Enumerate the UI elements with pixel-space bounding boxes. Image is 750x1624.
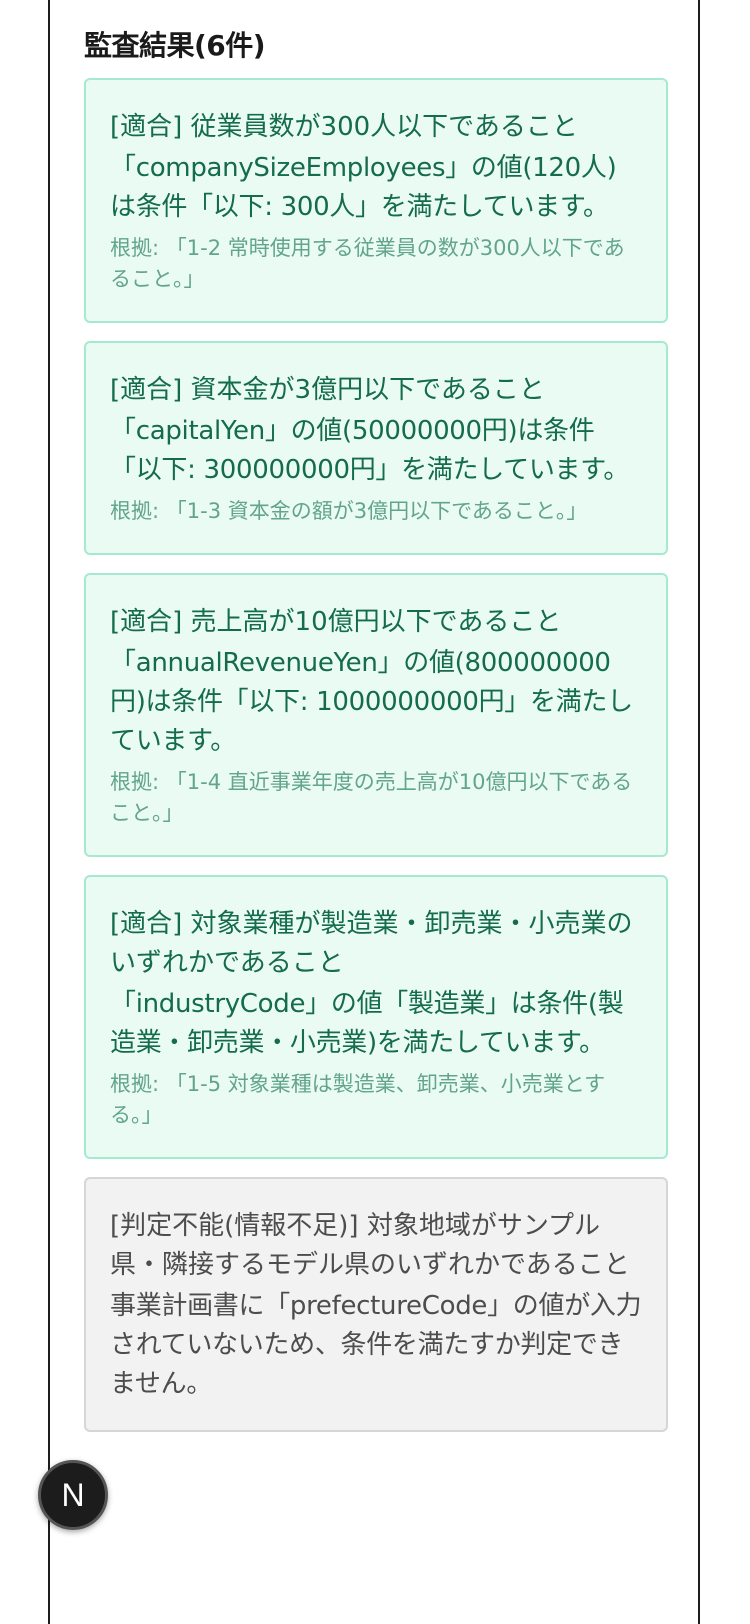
floating-n-button[interactable]: N [38,1460,108,1530]
result-message: 「industryCode」の値「製造業」は条件(製造業・卸売業・小売業)を満た… [110,989,624,1058]
audit-result-card: [適合] 資本金が3億円以下であること 「capitalYen」の値(50000… [84,341,668,555]
result-title: [適合] 資本金が3億円以下であること [110,375,545,405]
result-message: 「capitalYen」の値(50000000円)は条件「以下: 3000000… [110,416,630,485]
result-title: [適合] 従業員数が300人以下であること [110,112,578,142]
audit-result-card: [適合] 従業員数が300人以下であること 「companySizeEmploy… [84,78,668,323]
result-basis: 根拠: 「1-2 常時使用する従業員の数が300人以下であること。」 [110,236,625,291]
audit-result-card-unknown: [判定不能(情報不足)] 対象地域がサンプル県・隣接するモデル県のいずれかである… [84,1177,668,1432]
audit-content: 監査結果(6件) [適合] 従業員数が300人以下であること 「companyS… [84,0,668,1450]
audit-result-card: [適合] 対象業種が製造業・卸売業・小売業のいずれかであること 「industr… [84,875,668,1159]
content-frame: 監査結果(6件) [適合] 従業員数が300人以下であること 「companyS… [48,0,700,1624]
result-basis: 根拠: 「1-3 資本金の額が3億円以下であること。」 [110,499,588,523]
result-message: 「companySizeEmployees」の値(120人)は条件「以下: 30… [110,153,617,222]
audit-result-card: [適合] 売上高が10億円以下であること 「annualRevenueYen」の… [84,573,668,857]
audit-results-list: [適合] 従業員数が300人以下であること 「companySizeEmploy… [84,78,668,1432]
result-title: [判定不能(情報不足)] 対象地域がサンプル県・隣接するモデル県のいずれかである… [110,1211,630,1280]
section-title: 監査結果(6件) [84,29,266,62]
n-logo-icon: N [61,1476,85,1513]
result-message: 事業計画書に「prefectureCode」の値が入力されていないため、条件を満… [110,1291,642,1399]
result-basis: 根拠: 「1-4 直近事業年度の売上高が10億円以下であること。」 [110,770,633,825]
result-title: [適合] 売上高が10億円以下であること [110,607,562,637]
result-title: [適合] 対象業種が製造業・卸売業・小売業のいずれかであること [110,909,633,978]
result-basis: 根拠: 「1-5 対象業種は製造業、卸売業、小売業とする。」 [110,1072,606,1127]
result-message: 「annualRevenueYen」の値(800000000円)は条件「以下: … [110,648,633,756]
